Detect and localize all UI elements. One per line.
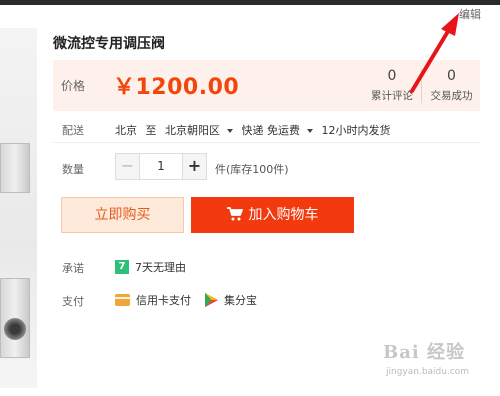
quantity-stepper: − 1 + — [115, 153, 207, 180]
promise-label: 承诺 — [62, 262, 84, 275]
delivery-from: 北京 — [115, 124, 137, 137]
payment-label: 支付 — [62, 295, 84, 308]
delivery-to-prefix: 至 — [145, 124, 157, 137]
jifenbao-icon — [205, 293, 218, 307]
product-title: 微流控专用调压阀 — [53, 36, 165, 52]
valve-port — [4, 318, 26, 340]
delivery-destination-select[interactable]: 北京朝阳区 — [165, 124, 233, 137]
payment-methods: 信用卡支付 集分宝 — [115, 292, 257, 308]
delivery-method-select[interactable]: 快递 免运费 — [241, 124, 313, 137]
cart-icon — [226, 206, 243, 220]
product-image[interactable] — [0, 28, 37, 388]
trade-count: 0 — [447, 68, 456, 84]
review-count: 0 — [387, 68, 397, 84]
chevron-down-icon — [227, 129, 233, 133]
promise-item[interactable]: 7 7天无理由 — [115, 259, 186, 275]
add-to-cart-label: 加入购物车 — [248, 207, 319, 223]
top-bar — [0, 0, 500, 5]
divider — [53, 142, 480, 143]
stock-info: 件(库存100件) — [215, 163, 289, 176]
payment-jifenbao[interactable]: 集分宝 — [224, 292, 257, 308]
delivery-label: 配送 — [62, 124, 84, 137]
edit-link[interactable]: 编辑 — [459, 6, 481, 22]
watermark-url: jingyan.baidu.com — [386, 367, 470, 377]
quantity-input[interactable]: 1 — [140, 154, 182, 179]
seven-day-badge-icon: 7 — [115, 260, 129, 274]
ship-time: 12小时内发货 — [321, 124, 391, 137]
review-count-label: 累计评论 — [371, 90, 413, 102]
trade-count-stat[interactable]: 0 交易成功 — [421, 68, 481, 103]
review-count-stat[interactable]: 0 累计评论 — [362, 68, 422, 103]
delivery-row: 北京 至 北京朝阳区 快递 免运费 12小时内发货 — [115, 122, 396, 138]
valve-part — [0, 143, 30, 193]
annotation-arrow-head — [441, 13, 459, 36]
watermark-logo: Bai 经验 — [383, 342, 465, 363]
credit-card-icon — [115, 294, 130, 306]
product-page: 编辑 微流控专用调压阀 价格 ￥1200.00 0 累计评论 0 交易成功 配送… — [0, 0, 500, 396]
price-label: 价格 — [61, 79, 86, 93]
payment-credit-card[interactable]: 信用卡支付 — [136, 292, 191, 308]
buy-now-button[interactable]: 立即购买 — [61, 197, 184, 233]
add-to-cart-button[interactable]: 加入购物车 — [191, 197, 354, 233]
increase-button[interactable]: + — [182, 154, 206, 179]
delivery-method: 快递 免运费 — [241, 124, 301, 137]
decrease-button[interactable]: − — [116, 154, 140, 179]
price-panel: 价格 ￥1200.00 0 累计评论 0 交易成功 — [53, 60, 480, 111]
delivery-destination: 北京朝阳区 — [165, 124, 220, 137]
price-value: ￥1200.00 — [113, 75, 240, 100]
promise-text: 7天无理由 — [135, 261, 186, 274]
quantity-label: 数量 — [62, 163, 84, 176]
trade-count-label: 交易成功 — [430, 90, 473, 102]
chevron-down-icon — [307, 129, 313, 133]
